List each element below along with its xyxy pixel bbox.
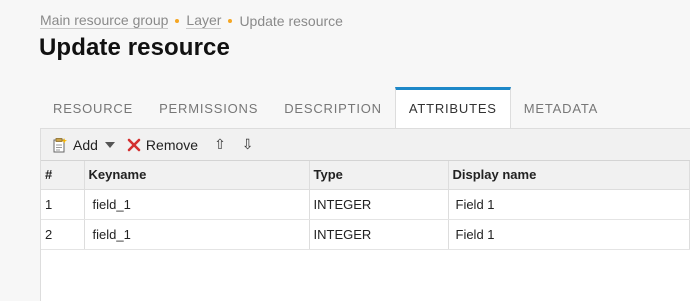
- table-header-row: # Keyname Type Display name: [41, 161, 690, 190]
- remove-button[interactable]: Remove: [127, 137, 198, 153]
- cell-keyname[interactable]: field_1: [84, 219, 310, 250]
- remove-icon: [127, 138, 141, 152]
- column-header-type[interactable]: Type: [309, 161, 449, 190]
- remove-button-label: Remove: [145, 136, 199, 153]
- tab-metadata[interactable]: Metadata: [511, 87, 611, 129]
- tab-permissions[interactable]: Permissions: [146, 87, 271, 129]
- cell-display-name[interactable]: Field 1: [448, 189, 690, 220]
- breadcrumb-separator: [228, 18, 233, 23]
- attributes-panel: Add Remove ⇧ ⇩ # Keyname Type Display na…: [40, 128, 690, 301]
- cell-keyname[interactable]: field_1: [84, 189, 310, 220]
- table-row[interactable]: 1 field_1 INTEGER Field 1: [41, 189, 690, 220]
- column-header-display-name[interactable]: Display name: [448, 161, 690, 190]
- breadcrumb-link-main-resource-group[interactable]: Main resource group: [40, 12, 169, 29]
- move-down-button[interactable]: ⇩: [242, 136, 254, 153]
- tab-description[interactable]: Description: [271, 87, 395, 129]
- cell-type[interactable]: INTEGER: [309, 219, 449, 250]
- attributes-table: # Keyname Type Display name 1 field_1 IN…: [41, 161, 690, 250]
- tab-attributes[interactable]: Attributes: [394, 87, 511, 129]
- table-row[interactable]: 2 field_1 INTEGER Field 1: [41, 219, 690, 250]
- chevron-down-icon[interactable]: [104, 141, 115, 148]
- attributes-toolbar: Add Remove ⇧ ⇩: [41, 129, 690, 161]
- column-header-number[interactable]: #: [41, 161, 85, 190]
- add-button-label: Add: [73, 136, 98, 153]
- add-icon: [52, 137, 68, 153]
- breadcrumb-current: Update resource: [239, 12, 343, 29]
- cell-number: 2: [41, 219, 85, 250]
- cell-type[interactable]: INTEGER: [309, 189, 449, 220]
- cell-number: 1: [41, 189, 85, 220]
- add-button[interactable]: Add: [52, 137, 115, 153]
- breadcrumb-link-layer[interactable]: Layer: [186, 12, 222, 29]
- tab-resource[interactable]: Resource: [40, 87, 146, 129]
- column-header-keyname[interactable]: Keyname: [84, 161, 310, 190]
- page-title: Update resource: [39, 34, 230, 61]
- move-up-button[interactable]: ⇧: [214, 136, 226, 153]
- cell-display-name[interactable]: Field 1: [448, 219, 690, 250]
- tab-bar: Resource Permissions Description Attribu…: [40, 87, 690, 129]
- breadcrumb-separator: [175, 18, 180, 23]
- breadcrumb: Main resource group Layer Update resourc…: [40, 12, 343, 29]
